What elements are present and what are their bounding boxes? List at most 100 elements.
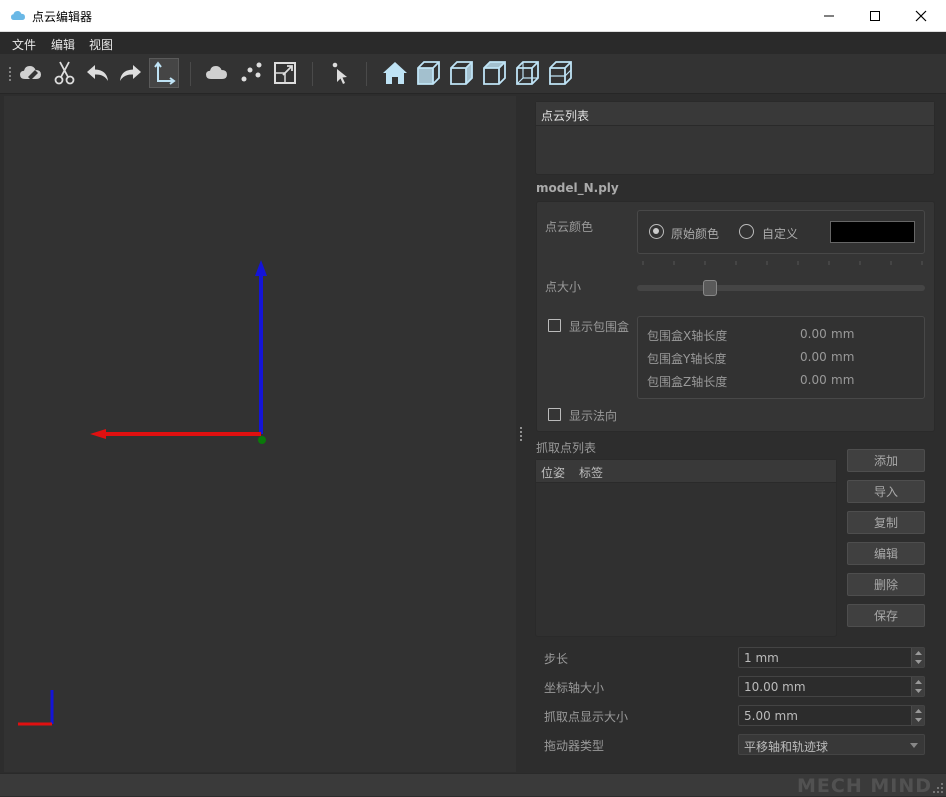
radio-original-color[interactable]	[649, 224, 664, 239]
view-back-button[interactable]	[446, 58, 476, 88]
step-label: 步长	[544, 652, 569, 666]
menu-view[interactable]: 视图	[89, 36, 113, 53]
point-size-slider-track[interactable]	[637, 285, 925, 291]
pick-list-header: 位姿 标签	[536, 460, 836, 483]
mech-mind-watermark: MECH MIND	[797, 775, 932, 797]
select-button[interactable]	[325, 58, 355, 88]
bbox-x-unit: mm	[831, 327, 855, 341]
spinbox-arrows[interactable]	[911, 648, 924, 667]
title-bar: 点云编辑器	[0, 0, 946, 32]
resize-grip-icon[interactable]	[932, 782, 944, 794]
panel-splitter[interactable]	[519, 426, 523, 442]
erase-cloud-icon	[20, 66, 41, 80]
radio-custom-color-label[interactable]: 自定义	[762, 225, 798, 242]
scissors-icon	[54, 61, 75, 85]
add-button[interactable]: 添加	[847, 449, 925, 472]
spin-arrows-icon	[915, 680, 922, 693]
view-top-button[interactable]	[545, 58, 575, 88]
dragger-type-select[interactable]: 平移轴和轨迹球	[738, 734, 925, 755]
radio-original-color-label[interactable]: 原始颜色	[671, 225, 719, 242]
close-icon	[915, 10, 927, 22]
cloud-button[interactable]	[203, 58, 233, 88]
spin-arrows-icon	[915, 709, 922, 722]
minimize-button[interactable]	[806, 0, 852, 32]
bbox-z-unit: mm	[831, 373, 855, 387]
dragger-type-value: 平移轴和轨迹球	[744, 740, 829, 754]
import-button[interactable]: 导入	[847, 480, 925, 503]
edit-button[interactable]: 编辑	[847, 542, 925, 565]
pick-display-size-value: 5.00 mm	[744, 709, 798, 723]
axes-tool-button[interactable]	[149, 58, 179, 88]
bbox-x-value: 0.00	[800, 327, 827, 341]
chevron-down-icon	[910, 743, 918, 748]
axis-size-label: 坐标轴大小	[544, 681, 605, 695]
x-axis-arrow[interactable]	[90, 429, 106, 439]
view-right-button[interactable]	[512, 58, 542, 88]
bounding-box-button[interactable]	[270, 58, 300, 88]
origin-point[interactable]	[258, 436, 266, 444]
copy-button[interactable]: 复制	[847, 511, 925, 534]
z-axis-arrow[interactable]	[255, 260, 267, 276]
toolbar-grip[interactable]	[8, 66, 12, 82]
step-value: 1 mm	[744, 651, 779, 665]
maximize-button[interactable]	[852, 0, 898, 32]
home-icon	[383, 62, 407, 84]
step-spinbox[interactable]: 1 mm	[738, 647, 925, 668]
menu-bar: 文件 编辑 视图	[0, 32, 946, 54]
bbox-z-label: 包围盒Z轴长度	[647, 375, 728, 389]
delete-button[interactable]: 删除	[847, 573, 925, 596]
toolbar	[0, 54, 946, 94]
column-pose[interactable]: 位姿	[541, 464, 565, 481]
axis-size-value: 10.00 mm	[744, 680, 806, 694]
slider-ticks	[642, 261, 923, 265]
view-front-button[interactable]	[413, 58, 443, 88]
point-cloud-list-title: 点云列表	[541, 109, 590, 123]
maximize-icon	[870, 11, 880, 21]
color-label: 点云颜色	[545, 220, 594, 234]
view-front-icon	[417, 61, 440, 85]
column-tag[interactable]: 标签	[579, 464, 603, 481]
pick-list-title: 抓取点列表	[536, 441, 597, 455]
viewport-canvas[interactable]	[4, 96, 516, 772]
view-top-icon	[549, 61, 572, 85]
scissors-button[interactable]	[50, 58, 80, 88]
view-left-button[interactable]	[479, 58, 509, 88]
show-normal-checkbox[interactable]	[548, 408, 561, 421]
view-right-icon	[516, 61, 539, 85]
points-icon	[241, 62, 262, 82]
axes-icon	[154, 61, 176, 85]
menu-file[interactable]: 文件	[12, 36, 36, 53]
dragger-type-label: 拖动器类型	[544, 739, 605, 753]
menu-edit[interactable]: 编辑	[51, 36, 75, 53]
pick-display-size-label: 抓取点显示大小	[544, 710, 629, 724]
home-view-button[interactable]	[380, 58, 410, 88]
3d-viewport[interactable]	[4, 96, 516, 772]
show-bbox-checkbox[interactable]	[548, 319, 561, 332]
show-normal-label[interactable]: 显示法向	[569, 407, 617, 424]
radio-custom-color[interactable]	[739, 224, 754, 239]
spinbox-arrows[interactable]	[911, 706, 924, 725]
model-filename: model_N.ply	[536, 181, 619, 195]
close-button[interactable]	[898, 0, 944, 32]
pick-display-size-spinbox[interactable]: 5.00 mm	[738, 705, 925, 726]
undo-button[interactable]	[83, 58, 113, 88]
axis-size-spinbox[interactable]: 10.00 mm	[738, 676, 925, 697]
show-bbox-label[interactable]: 显示包围盒	[569, 318, 629, 335]
points-button[interactable]	[237, 58, 267, 88]
cloud-icon	[206, 66, 227, 79]
toolbar-separator	[190, 62, 191, 86]
save-button[interactable]: 保存	[847, 604, 925, 627]
erase-cloud-button[interactable]	[17, 58, 47, 88]
spin-arrows-icon	[915, 651, 922, 664]
point-size-slider-handle[interactable]	[702, 280, 717, 296]
spinbox-arrows[interactable]	[911, 677, 924, 696]
point-cloud-list[interactable]: 点云列表	[535, 101, 935, 175]
pick-point-list[interactable]: 位姿 标签	[535, 459, 837, 637]
bbox-y-unit: mm	[831, 350, 855, 364]
bbox-x-label: 包围盒X轴长度	[647, 329, 728, 343]
bounding-box-icon	[274, 62, 296, 84]
redo-button[interactable]	[115, 58, 145, 88]
view-left-icon	[483, 61, 506, 85]
app-window: 点云编辑器 文件 编辑 视图 点云列表 model_N.ply 点云颜色 原始颜…	[0, 0, 946, 797]
custom-color-swatch[interactable]	[830, 221, 915, 243]
